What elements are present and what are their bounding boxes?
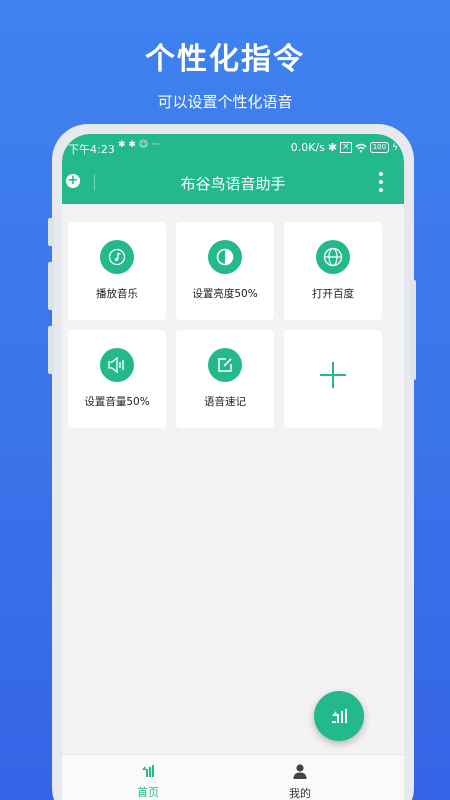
edit-note-icon [208,348,242,382]
plus-icon [320,362,346,388]
app-screen: 下午4:23 ✱ ✱ ☺ ··· 0.0K/s ✱ × 100 ϟ + 布谷鸟语… [62,134,404,800]
phone-side-button [410,280,416,380]
command-label: 打开百度 [312,288,354,300]
phone-side-button [48,326,54,374]
command-label: 设置音量50% [84,396,150,408]
status-bar: 下午4:23 ✱ ✱ ☺ ··· 0.0K/s ✱ × 100 ϟ [62,139,404,159]
user-icon [293,764,307,779]
app-header: 下午4:23 ✱ ✱ ☺ ··· 0.0K/s ✱ × 100 ϟ + 布谷鸟语… [62,134,404,204]
charging-icon: ϟ [392,142,398,153]
network-speed: 0.0K/s [290,141,325,154]
status-time: 下午4:23 [68,143,115,156]
phone-side-button [48,262,54,310]
wifi-icon [355,143,367,152]
phone-side-button [48,218,54,246]
status-notification-icons: ✱ ✱ ☺ ··· [118,140,160,150]
add-command-card[interactable] [284,330,382,428]
brightness-icon [208,240,242,274]
promo-subtitle: 可以设置个性化语音 [157,93,293,111]
command-card-play-music[interactable]: 播放音乐 [68,222,166,320]
voice-assistant-fab[interactable] [314,691,364,741]
more-menu-icon[interactable] [378,172,384,192]
status-right: 0.0K/s ✱ × 100 ϟ [291,141,398,154]
battery-icon: 100 [369,142,390,153]
sim-icon: × [340,142,352,153]
nav-label-home: 首页 [137,786,159,799]
voice-bars-icon [332,709,347,723]
app-title: 布谷鸟语音助手 [180,175,286,193]
bottom-nav: 首页 我的 [62,754,404,800]
nav-label-mine: 我的 [289,787,311,800]
command-card-open-baidu[interactable]: 打开百度 [284,222,382,320]
globe-icon [316,240,350,274]
command-label: 设置亮度50% [192,288,258,300]
command-card-volume[interactable]: 设置音量50% [68,330,166,428]
command-label: 播放音乐 [96,288,138,300]
nav-tab-home[interactable]: 首页 [108,763,188,800]
app-bar: + 布谷鸟语音助手 [62,170,404,196]
command-label: 语音速记 [204,396,246,408]
bluetooth-icon: ✱ [327,141,338,154]
promo-title: 个性化指令 [145,42,305,77]
command-card-voice-note[interactable]: 语音速记 [176,330,274,428]
command-card-brightness[interactable]: 设置亮度50% [176,222,274,320]
music-icon [100,240,134,274]
volume-icon [100,348,134,382]
nav-tab-mine[interactable]: 我的 [260,763,340,800]
home-bars-icon [142,765,154,777]
